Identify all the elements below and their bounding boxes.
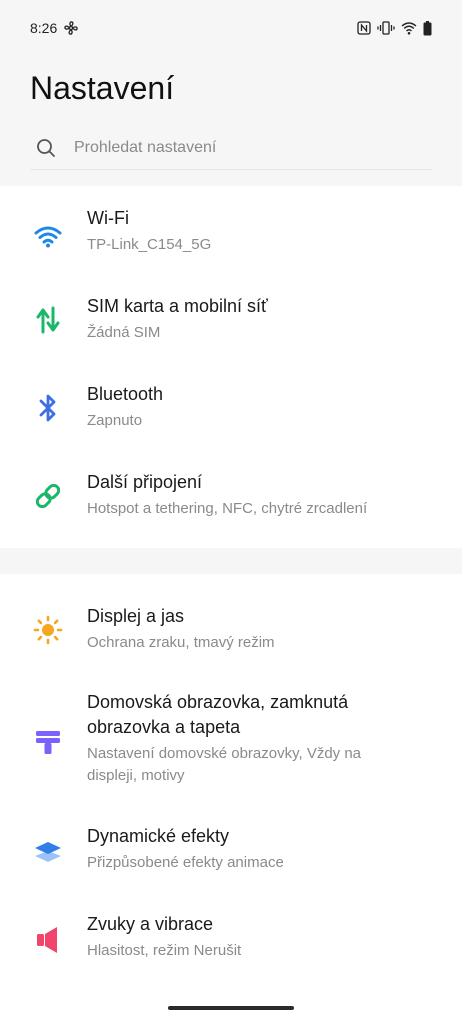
item-subtitle: Přizpůsobené efekty animace xyxy=(87,854,284,871)
item-title: Wi-Fi xyxy=(87,208,129,228)
settings-item-dynamic-effects[interactable]: Dynamické efekty Přizpůsobené efekty ani… xyxy=(0,818,462,894)
settings-item-sim[interactable]: SIM karta a mobilní síť Žádná SIM xyxy=(0,286,462,362)
settings-item-sounds[interactable]: Zvuky a vibrace Hlasitost, režim Nerušit xyxy=(0,906,462,982)
connectivity-section: Wi-Fi TP-Link_C154_5G SIM karta a mobiln… xyxy=(0,186,462,548)
search-icon xyxy=(36,138,56,158)
vibrate-icon xyxy=(377,21,395,35)
item-title: Další připojení xyxy=(87,472,203,492)
item-subtitle-line-1: Nastavení domovské obrazovky, Vždy na xyxy=(87,745,362,762)
item-subtitle: Zapnuto xyxy=(87,412,143,429)
wifi-icon xyxy=(401,21,417,35)
settings-item-display[interactable]: Displej a jas Ochrana zraku, tmavý režim xyxy=(0,590,462,666)
item-title: SIM karta a mobilní síť xyxy=(87,296,268,316)
settings-item-home-screen[interactable]: Domovská obrazovka, zamknutá obrazovka a… xyxy=(0,678,462,808)
item-title: Zvuky a vibrace xyxy=(87,914,214,934)
item-title-line-2: obrazovka a tapeta xyxy=(87,717,241,737)
settings-item-more-connections[interactable]: Další připojení Hotspot a tethering, NFC… xyxy=(0,462,462,538)
search-input[interactable] xyxy=(74,138,374,157)
mobile-data-icon xyxy=(30,302,66,338)
item-subtitle-line-2: displeji, motivy xyxy=(87,767,185,784)
nfc-icon xyxy=(357,21,371,35)
item-title: Displej a jas xyxy=(87,606,185,626)
bluetooth-icon xyxy=(30,390,66,426)
display-section: Displej a jas Ochrana zraku, tmavý režim… xyxy=(0,574,462,1024)
search-bar[interactable] xyxy=(30,126,432,170)
wallpaper-icon xyxy=(30,724,66,760)
brightness-icon xyxy=(30,612,66,648)
link-icon xyxy=(30,478,66,514)
item-subtitle: Hlasitost, režim Nerušit xyxy=(87,942,242,959)
status-left: 8:26 xyxy=(30,20,79,36)
item-subtitle: TP-Link_C154_5G xyxy=(87,236,212,253)
item-subtitle: Hotspot a tethering, NFC, chytré zrcadle… xyxy=(87,500,368,517)
item-subtitle: Ochrana zraku, tmavý režim xyxy=(87,634,275,651)
item-title-line-1: Domovská obrazovka, zamknutá xyxy=(87,692,349,712)
status-time: 8:26 xyxy=(30,20,58,36)
battery-icon xyxy=(423,20,432,36)
layers-icon xyxy=(30,834,66,870)
wifi-icon xyxy=(30,218,66,254)
speaker-icon xyxy=(30,922,66,958)
page-title: Nastavení xyxy=(30,70,175,106)
home-indicator[interactable] xyxy=(168,1006,294,1010)
item-title: Dynamické efekty xyxy=(87,826,230,846)
settings-item-wifi[interactable]: Wi-Fi TP-Link_C154_5G xyxy=(0,198,462,274)
item-title: Bluetooth xyxy=(87,384,164,404)
fan-icon xyxy=(63,20,79,36)
settings-item-bluetooth[interactable]: Bluetooth Zapnuto xyxy=(0,374,462,450)
item-subtitle: Žádná SIM xyxy=(87,324,161,341)
status-bar: 8:26 xyxy=(0,0,462,56)
status-right xyxy=(357,20,432,36)
